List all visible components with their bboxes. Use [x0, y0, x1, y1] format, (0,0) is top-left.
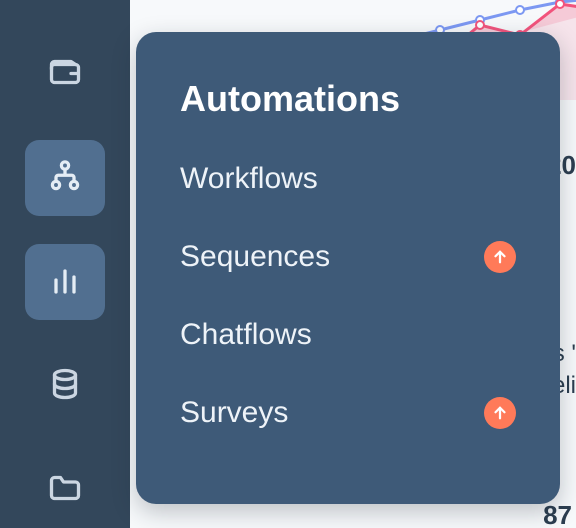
menu-item-label: Workflows	[180, 162, 318, 196]
menu-item-chatflows[interactable]: Chatflows	[180, 318, 516, 352]
wallet-icon	[47, 54, 83, 95]
flyout-menu: Workflows Sequences Chatflows Surveys	[180, 162, 516, 430]
sidebar-item-analytics[interactable]	[25, 244, 105, 320]
upgrade-badge[interactable]	[484, 241, 516, 273]
arrow-up-icon	[491, 240, 509, 274]
menu-item-label: Sequences	[180, 240, 330, 274]
sidebar-item-files[interactable]	[25, 452, 105, 528]
menu-item-label: Chatflows	[180, 318, 312, 352]
sidebar-item-org[interactable]	[25, 140, 105, 216]
sidebar-item-wallet[interactable]	[25, 36, 105, 112]
automations-flyout: Automations Workflows Sequences Chatflow…	[136, 32, 560, 504]
sidebar	[0, 0, 130, 528]
bar-chart-icon	[47, 262, 83, 303]
menu-item-label: Surveys	[180, 396, 288, 430]
database-icon	[47, 366, 83, 407]
menu-item-workflows[interactable]: Workflows	[180, 162, 516, 196]
app-viewport: Nev 20 s ' eli 87	[0, 0, 576, 528]
menu-item-sequences[interactable]: Sequences	[180, 240, 516, 274]
background-number-bottom: 87	[543, 500, 572, 528]
flyout-title: Automations	[180, 78, 516, 120]
sidebar-item-data[interactable]	[25, 348, 105, 424]
menu-item-surveys[interactable]: Surveys	[180, 396, 516, 430]
arrow-up-icon	[491, 396, 509, 430]
upgrade-badge[interactable]	[484, 397, 516, 429]
org-chart-icon	[47, 158, 83, 199]
folder-icon	[47, 470, 83, 511]
